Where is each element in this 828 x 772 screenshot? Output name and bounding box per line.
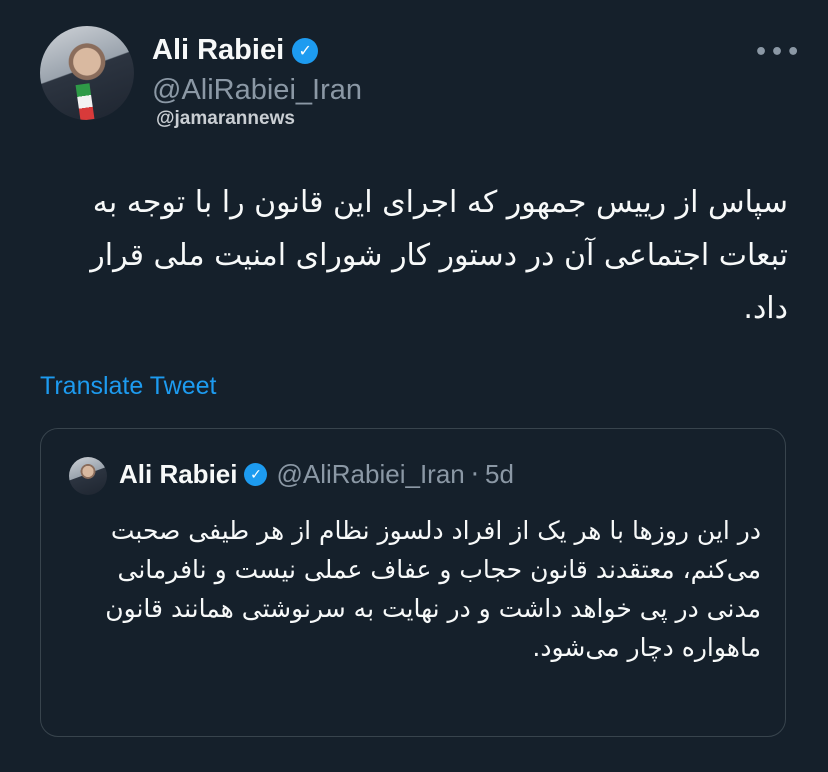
quoted-tweet-header: Ali Rabiei ✓ @AliRabiei_Iran · 5d xyxy=(119,459,514,490)
quoted-tweet-time[interactable]: 5d xyxy=(485,459,514,490)
quoted-tweet-text: در این روزها با هر یک از افراد دلسوز نظا… xyxy=(105,516,761,662)
author-handle[interactable]: @AliRabiei_Iran xyxy=(152,74,362,107)
flag-pin-icon xyxy=(75,83,95,120)
more-options-icon[interactable]: ••• xyxy=(754,40,802,65)
quoted-author-handle: @AliRabiei_Iran xyxy=(276,459,465,489)
tweet-text: سپاس از رییس جمهور که اجرای این قانون را… xyxy=(90,185,788,326)
verified-badge-icon: ✓ xyxy=(244,463,268,486)
author-avatar[interactable] xyxy=(40,26,134,120)
translate-tweet-link[interactable]: Translate Tweet xyxy=(40,372,216,401)
author-name-row: Ali Rabiei ✓ xyxy=(152,34,319,67)
quoted-tweet[interactable]: Ali Rabiei ✓ @AliRabiei_Iran · 5d در این… xyxy=(40,428,786,737)
dot-separator: · xyxy=(470,459,480,490)
watermark: @jamarannews xyxy=(156,108,295,129)
author-name[interactable]: Ali Rabiei xyxy=(152,34,284,67)
quoted-author-name: Ali Rabiei xyxy=(119,459,238,489)
verified-badge-icon: ✓ xyxy=(292,37,319,64)
quoted-author-avatar xyxy=(69,457,107,495)
